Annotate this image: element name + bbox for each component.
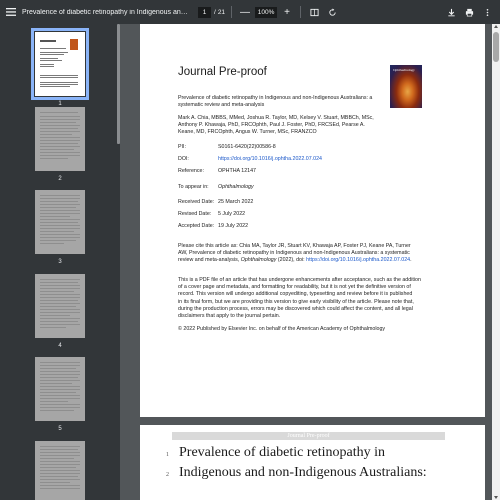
authors-line: Keane, MD, FRCOphth, Angus W. Turner, MS…: [178, 129, 317, 136]
thumbnail-image: [35, 190, 85, 254]
thumbnail-page-2[interactable]: 2: [35, 107, 85, 182]
thumbnail-image: [35, 357, 85, 421]
page-number-input[interactable]: [198, 6, 211, 18]
pii-value: S0161-6420(22)00586-8: [218, 144, 276, 150]
zoom-input[interactable]: [255, 6, 278, 18]
zoom-in-button[interactable]: +: [280, 5, 294, 19]
revised-label: Revised Date:: [178, 211, 212, 217]
article-title-line: systematic review and meta-analysis: [178, 102, 265, 109]
thumbnail-image: [35, 441, 85, 500]
citation-text: (2022), doi:: [277, 257, 305, 264]
citation-text: review and meta-analysis,: [178, 257, 240, 264]
thumbnail-page-3[interactable]: 3: [35, 190, 85, 265]
title-text: Indigenous and non-Indigenous Australian…: [179, 465, 427, 480]
thumbnail-page-6[interactable]: [35, 441, 85, 500]
notice-line: This is a PDF file of an article that ha…: [178, 277, 421, 283]
journal-cover-image: Ophthalmology: [390, 65, 422, 108]
notice-line: during the production process, errors ma…: [178, 305, 413, 312]
thumbnail-page-1[interactable]: 1: [31, 28, 89, 107]
citation-line: review and meta-analysis, Ophthalmology …: [178, 257, 412, 264]
main-scrollbar-handle[interactable]: [493, 32, 499, 62]
thumbnail-page-4[interactable]: 4: [35, 274, 85, 349]
pii-label: PII:: [178, 144, 186, 150]
reference-value: OPHTHA 12147: [218, 168, 256, 174]
doi-row: DOI: https://doi.org/10.1016/j.ophtha.20…: [178, 156, 322, 162]
appear-label: To appear in:: [178, 184, 209, 190]
authors-line: Mark A. Chia, MBBS, MMed, Joshua R. Tayl…: [178, 115, 374, 121]
revised-value: 5 July 2022: [218, 211, 246, 217]
line-number: 1: [166, 452, 169, 458]
doi-link[interactable]: https://doi.org/10.1016/j.ophtha.2022.07…: [218, 156, 322, 162]
main-scrollbar[interactable]: [492, 24, 500, 500]
pdf-page-2: Journal Pre-proof 1 Prevalence of diabet…: [140, 425, 485, 500]
thumbnail-image: [31, 28, 89, 100]
citation-doi-link[interactable]: https://doi.org/10.1016/j.ophtha.2022.07…: [306, 257, 410, 263]
page-total: 21: [217, 8, 226, 16]
thumbnail-number: 2: [58, 176, 62, 182]
thumbnail-number: 3: [58, 259, 62, 265]
rotate-icon[interactable]: [325, 5, 339, 19]
pdf-viewer: Journal Pre-proof Ophthalmology Prevalen…: [120, 24, 500, 500]
notice-line: disclaimers that apply to the journal pe…: [178, 313, 281, 320]
thumbnail-sidebar: 1 2 3 4 5: [0, 24, 120, 500]
doi-label: DOI:: [178, 156, 189, 162]
accepted-row: Accepted Date: 19 July 2022: [178, 223, 248, 229]
more-vert-icon[interactable]: [480, 5, 494, 19]
title-line: 1 Prevalence of diabetic retinopathy in: [166, 445, 385, 461]
reference-label: Reference:: [178, 168, 204, 174]
download-icon[interactable]: [444, 5, 458, 19]
pdf-toolbar: Prevalence of diabetic retinopathy in In…: [0, 0, 500, 24]
thumbnail-image: [35, 107, 85, 171]
zoom-out-button[interactable]: —: [238, 5, 252, 19]
citation-text: .: [410, 257, 412, 264]
citation-journal: Ophthalmology: [240, 257, 277, 264]
thumbnail-number: 5: [58, 426, 62, 432]
print-icon[interactable]: [462, 5, 476, 19]
menu-icon[interactable]: [0, 0, 22, 24]
notice-line: record. This version will undergo additi…: [178, 291, 413, 298]
copyright-notice: © 2022 Published by Elsevier Inc. on beh…: [178, 326, 386, 332]
notice-block: This is a PDF file of an article that ha…: [178, 277, 421, 320]
accepted-value: 19 July 2022: [218, 223, 249, 229]
scroll-up-icon[interactable]: [494, 25, 498, 28]
title-text: Prevalence of diabetic retinopathy in: [179, 445, 386, 460]
pdf-page-1: Journal Pre-proof Ophthalmology Prevalen…: [140, 24, 485, 417]
title-line: 2 Indigenous and non-Indigenous Australi…: [166, 465, 427, 481]
notice-line: in its final form, but we are providing …: [178, 298, 414, 305]
appear-value: Ophthalmology: [218, 184, 254, 190]
accepted-label: Accepted Date:: [178, 223, 215, 229]
article-title-line: Prevalence of diabetic retinopathy in In…: [178, 95, 373, 101]
notice-line: of a cover page and metadata, and format…: [178, 284, 411, 291]
received-label: Received Date:: [178, 199, 215, 205]
received-row: Received Date: 25 March 2022: [178, 199, 253, 205]
revised-row: Revised Date: 5 July 2022: [178, 211, 245, 217]
page-header: Journal Pre-proof: [172, 432, 445, 440]
toolbar-divider: [231, 6, 233, 18]
received-value: 25 March 2022: [218, 199, 254, 205]
page-separator: /: [214, 8, 216, 16]
thumbnail-number: 4: [58, 343, 62, 349]
thumbnail-image: [35, 274, 85, 338]
article-authors: Mark A. Chia, MBBS, MMed, Joshua R. Tayl…: [178, 115, 374, 137]
authors-line: Anthony P. Khawaja, PhD, FRCOphth, Paul …: [178, 122, 365, 129]
page-heading: Journal Pre-proof: [178, 66, 267, 78]
fit-page-icon[interactable]: [307, 5, 321, 19]
citation-block: Please cite this article as: Chia MA, Ta…: [178, 243, 412, 265]
scroll-down-icon[interactable]: [494, 496, 498, 499]
toolbar-divider: [300, 6, 302, 18]
document-title: Prevalence of diabetic retinopathy in In…: [22, 8, 190, 16]
pii-row: PII: S0161-6420(22)00586-8: [178, 144, 276, 150]
citation-line: Please cite this article as: Chia MA, Ta…: [178, 243, 411, 249]
line-number: 2: [166, 472, 169, 478]
appear-row: To appear in: Ophthalmology: [178, 184, 254, 190]
thumbnail-page-5[interactable]: 5: [35, 357, 85, 432]
article-title: Prevalence of diabetic retinopathy in In…: [178, 95, 372, 109]
reference-row: Reference: OPHTHA 12147: [178, 168, 256, 174]
cover-label: Ophthalmology: [393, 68, 415, 72]
citation-line: AW, Prevalence of diabetic retinopathy i…: [178, 250, 410, 257]
